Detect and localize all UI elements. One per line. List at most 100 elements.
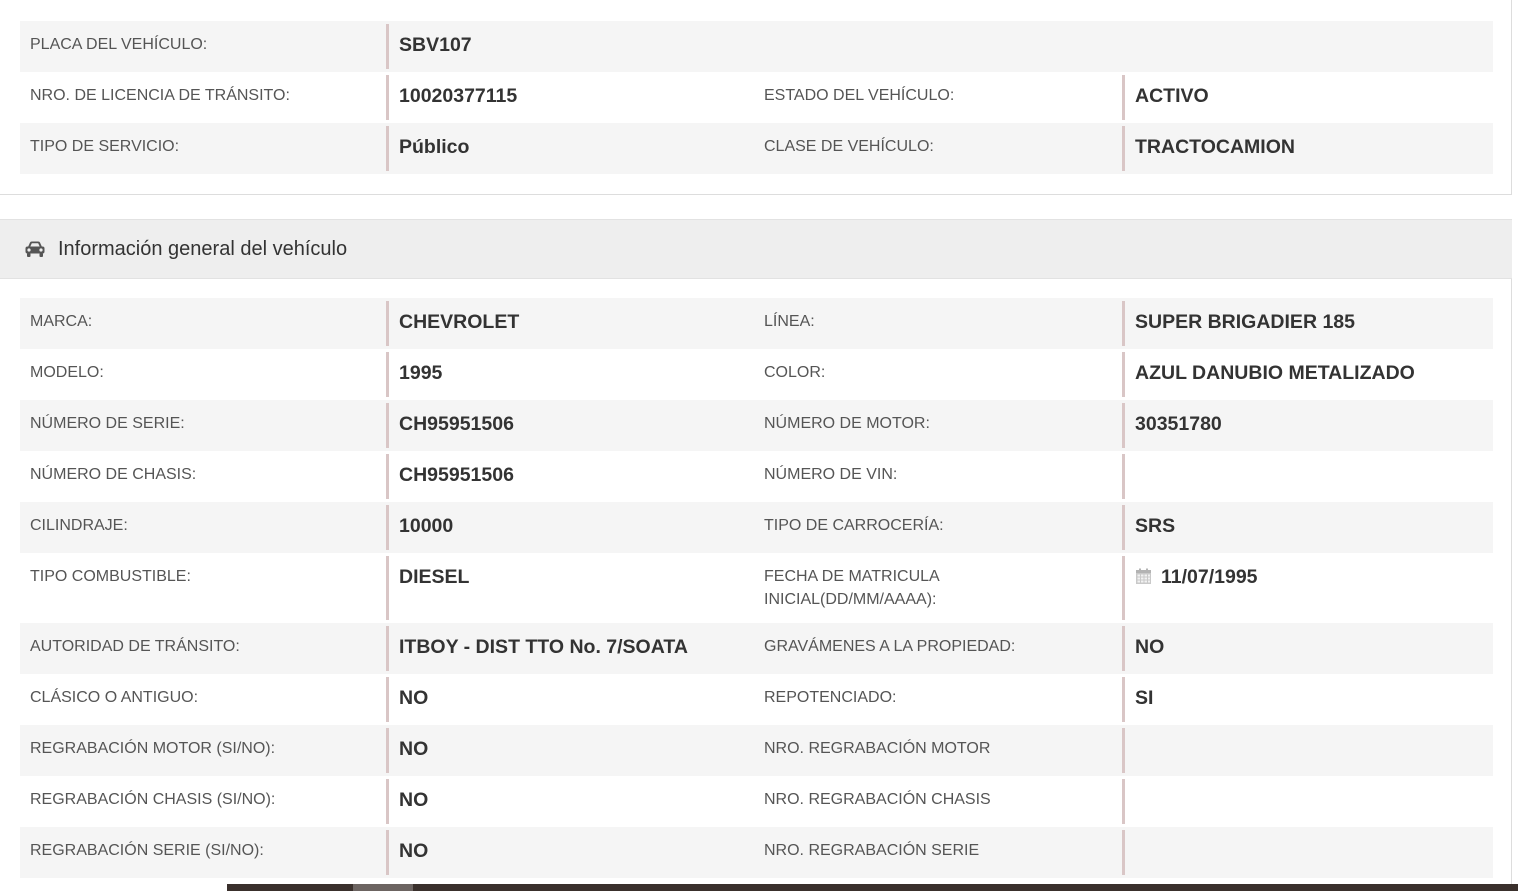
table-row: REGRABACIÓN MOTOR (SI/NO): NO NRO. REGRA…: [20, 725, 1493, 776]
section-header[interactable]: Información general del vehículo: [0, 219, 1512, 279]
value-divider: [386, 505, 389, 550]
registration-date-label-line2: INICIAL(DD/MM/AAAA):: [764, 591, 937, 608]
field-value: SUPER BRIGADIER 185: [1122, 298, 1493, 349]
table-row: NÚMERO DE SERIE: CH95951506 NÚMERO DE MO…: [20, 400, 1493, 451]
field-value: CHEVROLET: [386, 298, 754, 349]
value-divider: [1122, 454, 1125, 499]
summary-table: PLACA DEL VEHÍCULO: SBV107 NRO. DE LICEN…: [20, 21, 1493, 174]
field-value: TRACTOCAMION: [1122, 123, 1493, 174]
field-label: NÚMERO DE MOTOR:: [764, 415, 930, 432]
field-value: ITBOY - DIST TTO No. 7/SOATA: [386, 623, 754, 674]
field-label: MODELO:: [30, 364, 104, 381]
section-title: Información general del vehículo: [58, 237, 348, 260]
value-divider: [386, 626, 389, 671]
field-label: REGRABACIÓN SERIE (SI/NO):: [30, 842, 264, 859]
value-divider: [386, 556, 389, 620]
field-label: CLASE DE VEHÍCULO:: [764, 138, 934, 155]
table-row: AUTORIDAD DE TRÁNSITO: ITBOY - DIST TTO …: [20, 623, 1493, 674]
field-label: COLOR:: [764, 364, 826, 381]
calendar-icon: [1136, 568, 1151, 584]
field-label: TIPO DE SERVICIO:: [30, 138, 180, 155]
field-value: NO: [386, 776, 754, 827]
engine-number-value: 30351780: [1135, 413, 1222, 435]
value-divider: [1122, 830, 1125, 875]
classic-value: NO: [399, 687, 429, 709]
field-value: [1122, 725, 1493, 776]
model-value: 1995: [399, 362, 443, 384]
field-label: NÚMERO DE SERIE:: [30, 415, 185, 432]
value-divider: [1122, 301, 1125, 346]
chassis-number-value: CH95951506: [399, 464, 514, 486]
field-value: 10000: [386, 502, 754, 553]
field-label: CILINDRAJE:: [30, 517, 128, 534]
field-label: NÚMERO DE CHASIS:: [30, 466, 197, 483]
field-value: NO: [386, 827, 754, 878]
field-label: NÚMERO DE VIN:: [764, 466, 898, 483]
field-value: CH95951506: [386, 400, 754, 451]
field-value: NO: [386, 725, 754, 776]
value-divider: [386, 454, 389, 499]
field-label: FECHA DE MATRICULA INICIAL(DD/MM/AAAA):: [754, 553, 1122, 623]
body-type-value: SRS: [1135, 515, 1176, 537]
displacement-value: 10000: [399, 515, 454, 537]
field-label: NRO. REGRABACIÓN SERIE: [764, 842, 980, 859]
field-label: LÍNEA:: [764, 313, 815, 330]
field-value: DIESEL: [386, 553, 754, 623]
table-row: REGRABACIÓN CHASIS (SI/NO): NO NRO. REGR…: [20, 776, 1493, 827]
brand-value: CHEVROLET: [399, 311, 520, 333]
value-divider: [386, 830, 389, 875]
fuel-type-value: DIESEL: [399, 566, 470, 588]
field-value: [1122, 451, 1493, 502]
transit-authority-value: ITBOY - DIST TTO No. 7/SOATA: [399, 636, 688, 658]
table-row: TIPO COMBUSTIBLE: DIESEL FECHA DE MATRIC…: [20, 553, 1493, 623]
field-label: NRO. REGRABACIÓN MOTOR: [764, 740, 991, 757]
vehicle-class-value: TRACTOCAMION: [1135, 136, 1295, 158]
field-value: 10020377115: [386, 72, 754, 123]
value-divider: [386, 677, 389, 722]
serial-regrab-value: NO: [399, 840, 429, 862]
table-row: NÚMERO DE CHASIS: CH95951506 NÚMERO DE V…: [20, 451, 1493, 502]
field-label: GRAVÁMENES A LA PROPIEDAD:: [764, 638, 1016, 655]
table-row: MODELO: 1995 COLOR: AZUL DANUBIO METALIZ…: [20, 349, 1493, 400]
table-row: REGRABACIÓN SERIE (SI/NO): NO NRO. REGRA…: [20, 827, 1493, 878]
table-row: NRO. DE LICENCIA DE TRÁNSITO: 1002037711…: [20, 72, 1493, 123]
value-divider: [386, 728, 389, 773]
value-divider: [386, 126, 389, 171]
value-divider: [1122, 677, 1125, 722]
field-label: MARCA:: [30, 313, 93, 330]
table-row: MARCA: CHEVROLET LÍNEA: SUPER BRIGADIER …: [20, 298, 1493, 349]
field-value: Público: [386, 123, 754, 174]
liens-value: NO: [1135, 636, 1165, 658]
value-divider: [1122, 352, 1125, 397]
field-label: [754, 21, 1122, 72]
value-divider: [1122, 403, 1125, 448]
field-value: 11/07/1995: [1122, 553, 1493, 623]
value-divider: [1122, 75, 1125, 120]
value-divider: [1122, 626, 1125, 671]
field-label: ESTADO DEL VEHÍCULO:: [764, 87, 955, 104]
value-divider: [1122, 505, 1125, 550]
registration-date-label-line1: FECHA DE MATRICULA: [764, 568, 940, 585]
registration-date-value: 11/07/1995: [1161, 566, 1258, 588]
repowered-value: SI: [1135, 687, 1154, 709]
field-label: AUTORIDAD DE TRÁNSITO:: [30, 638, 240, 655]
footer-highlight: [353, 884, 413, 891]
status-value: ACTIVO: [1135, 85, 1209, 107]
field-value: [1122, 21, 1493, 72]
details-table: MARCA: CHEVROLET LÍNEA: SUPER BRIGADIER …: [20, 298, 1493, 878]
field-value: 1995: [386, 349, 754, 400]
field-value: [1122, 776, 1493, 827]
vehicle-general-info-panel: Información general del vehículo MARCA: …: [0, 219, 1512, 891]
value-divider: [386, 779, 389, 824]
field-value: ACTIVO: [1122, 72, 1493, 123]
license-value: 10020377115: [399, 85, 518, 107]
field-label: NRO. REGRABACIÓN CHASIS: [764, 791, 991, 808]
field-label: PLACA DEL VEHÍCULO:: [30, 36, 208, 53]
footer-strip: [227, 884, 1518, 891]
field-label: TIPO DE CARROCERÍA:: [764, 517, 944, 534]
field-value: 30351780: [1122, 400, 1493, 451]
serial-number-value: CH95951506: [399, 413, 514, 435]
field-value: NO: [1122, 623, 1493, 674]
table-row: CILINDRAJE: 10000 TIPO DE CARROCERÍA: SR…: [20, 502, 1493, 553]
field-label: REGRABACIÓN MOTOR (SI/NO):: [30, 740, 276, 757]
